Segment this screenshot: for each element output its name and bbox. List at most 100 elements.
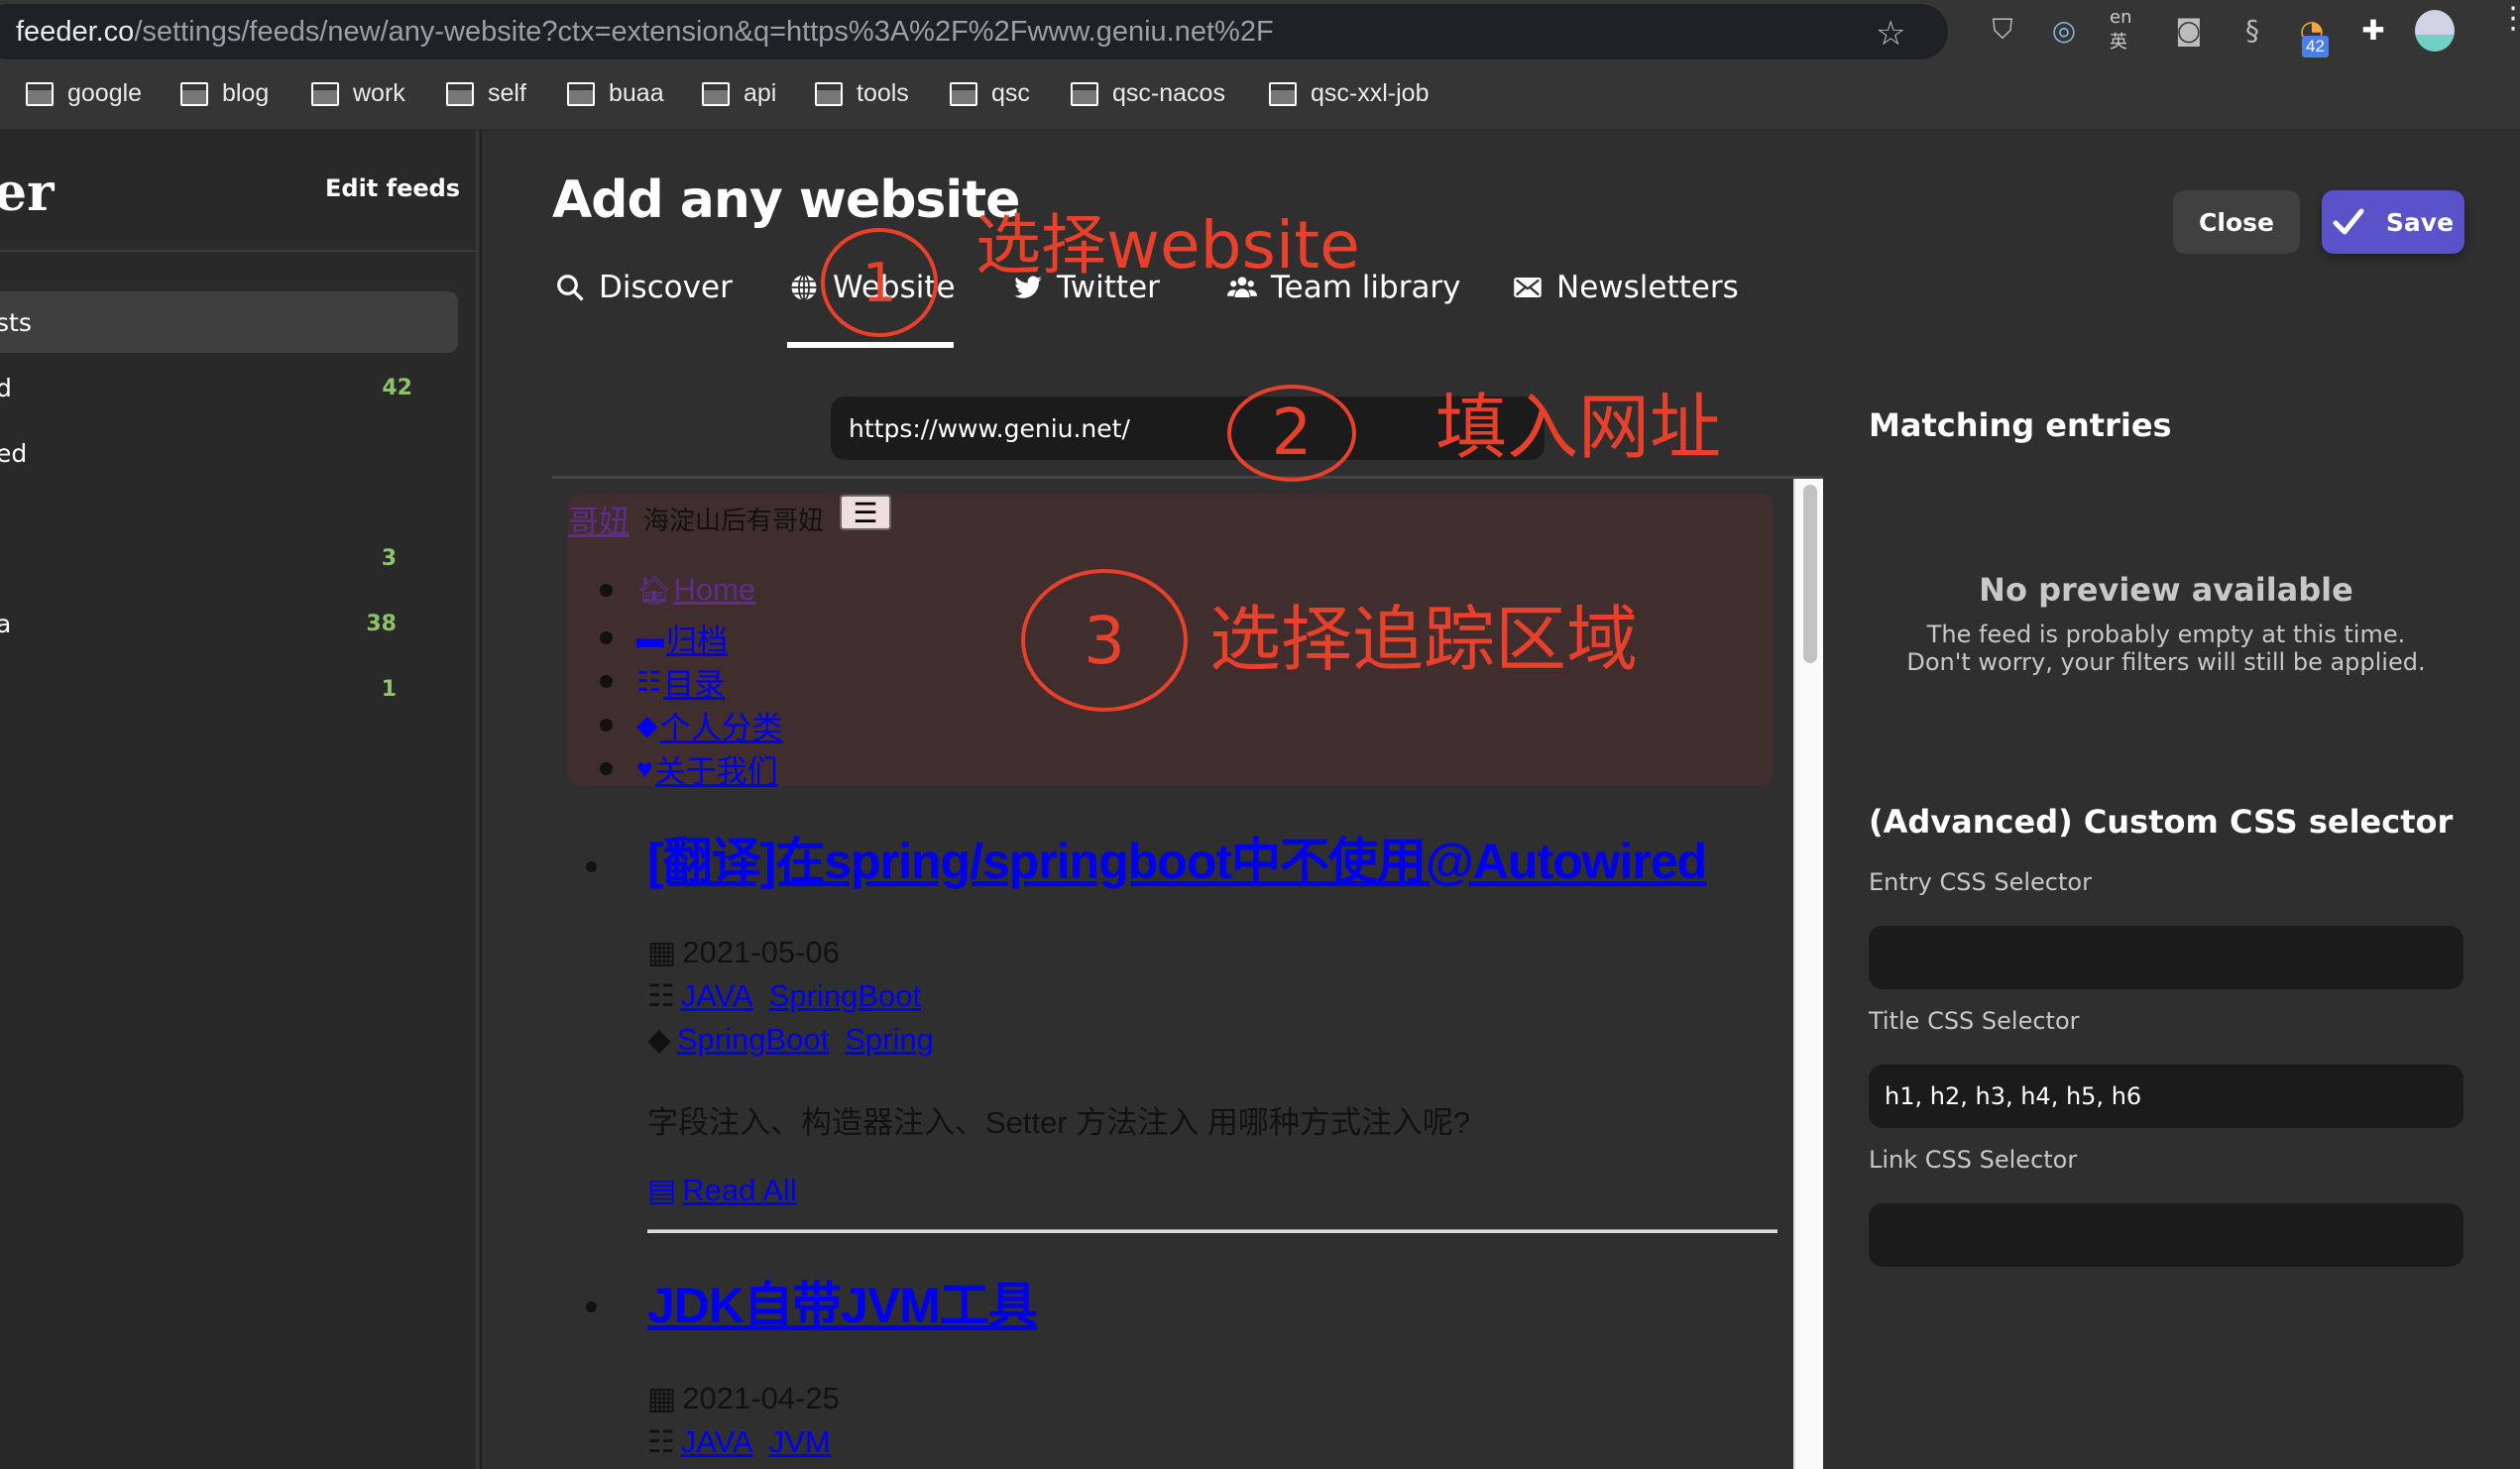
tag-link[interactable]: Spring <box>845 1022 934 1058</box>
save-button[interactable]: Save <box>2322 190 2464 254</box>
edit-feeds-button[interactable]: Edit feeds <box>325 174 460 202</box>
folder-icon <box>180 81 208 106</box>
nav-link[interactable]: 归档 <box>666 616 728 660</box>
ring-icon[interactable]: ◎ <box>2046 12 2082 48</box>
bookmark-label: blog <box>222 79 270 107</box>
read-all-link[interactable]: ▤ Read All <box>647 1173 807 1208</box>
nav-item-about[interactable]: ♥ 关于我们 <box>600 746 778 791</box>
bookmark-folder[interactable]: qsc-xxl-job <box>1269 79 1429 108</box>
profile-avatar[interactable] <box>2415 10 2455 52</box>
bullet <box>600 583 613 597</box>
address-bar[interactable]: feeder.co/settings/feeds/new/any-website… <box>0 4 1948 59</box>
category-link[interactable]: JAVA <box>681 978 753 1014</box>
post-tags: ◆ SpringBoot Spring <box>647 1022 944 1058</box>
bookmark-label: self <box>488 79 526 107</box>
calendar-icon: ▦ <box>647 1381 677 1415</box>
no-preview-message: The feed is probably empty at this time. <box>1926 621 2406 648</box>
sidebar-item[interactable]: sts <box>0 291 458 353</box>
title-css-label: Title CSS Selector <box>1869 1007 2080 1035</box>
nav-item-archive[interactable]: ▬ 归档 <box>600 616 728 660</box>
bookmark-folder[interactable]: api <box>702 79 776 108</box>
camera-icon[interactable]: ◙ <box>2171 12 2207 48</box>
unread-count: 3 <box>381 545 397 571</box>
sidebar-item[interactable]: 3 <box>0 527 458 589</box>
sidebar-item[interactable]: a 38 <box>0 593 458 654</box>
bookmark-folder[interactable]: qsc <box>950 79 1030 108</box>
nav-link[interactable]: 关于我们 <box>655 746 778 791</box>
tag-link[interactable]: SpringBoot <box>677 1022 829 1058</box>
annotation-step-1: 1 <box>821 228 938 337</box>
preview-scrollbar[interactable] <box>1793 479 1823 1469</box>
envelope-icon <box>1514 278 1542 297</box>
scrollbar-thumb[interactable] <box>1803 485 1817 663</box>
annotation-step-1-text: 选择website <box>975 207 1360 283</box>
sidebar-item[interactable]: ed <box>0 422 458 484</box>
unread-count: 38 <box>366 611 397 636</box>
puzzle-icon[interactable]: ✚ <box>2355 12 2391 48</box>
url-host: feeder.co <box>16 16 135 48</box>
category-link[interactable]: SpringBoot <box>769 978 921 1014</box>
sidebar-item[interactable]: d 42 <box>0 357 458 418</box>
bookmark-label: work <box>353 79 405 107</box>
folder-icon <box>1269 81 1297 106</box>
title-css-input[interactable] <box>1869 1065 2463 1128</box>
bookmark-label: buaa <box>609 79 664 107</box>
calendar-icon: ▦ <box>647 935 677 969</box>
folder-icon <box>446 81 474 106</box>
url-text[interactable]: feeder.co/settings/feeds/new/any-website… <box>16 16 1274 49</box>
close-button[interactable]: Close <box>2173 190 2300 254</box>
nav-link[interactable]: Home <box>674 572 756 608</box>
s-logo-icon[interactable]: § <box>2234 12 2270 48</box>
link-css-input[interactable] <box>1869 1203 2463 1267</box>
annotation-number: 1 <box>861 251 897 314</box>
bookmark-folder[interactable]: google <box>26 79 142 108</box>
bookmark-folder[interactable]: blog <box>180 79 269 108</box>
bullet <box>600 631 613 644</box>
read-all-text[interactable]: Read All <box>682 1173 796 1208</box>
bookmarks-bar: google blog work self buaa api tools qsc… <box>0 59 2520 131</box>
sidebar-item-label: sts <box>0 307 32 337</box>
divider <box>647 1229 1777 1233</box>
entry-css-input[interactable] <box>1869 926 2463 989</box>
bookmark-folder[interactable]: tools <box>815 79 909 108</box>
app-logo[interactable]: er <box>0 163 54 223</box>
folder-icon <box>311 81 339 106</box>
bookmark-label: qsc-xxl-job <box>1311 79 1430 107</box>
more-menu-icon[interactable]: ⋮ <box>2498 4 2520 34</box>
sidebar-item[interactable]: 1 <box>0 658 458 720</box>
nav-link[interactable]: 个人分类 <box>660 703 783 747</box>
site-brand-link[interactable]: 哥妞 <box>568 497 630 541</box>
shield-icon[interactable]: ⛉ <box>1985 12 2020 48</box>
nav-link[interactable]: 目录 <box>663 659 725 704</box>
tab-discover[interactable]: Discover <box>555 270 733 305</box>
category-link[interactable]: JVM <box>769 1424 831 1460</box>
nav-item-catalog[interactable]: ☷ 目录 <box>600 659 725 704</box>
translate-icon[interactable]: en英 <box>2110 7 2145 53</box>
globe-icon <box>791 274 817 301</box>
heart-icon: ♥ <box>636 752 653 784</box>
post-title-link[interactable]: JDK自带JVM工具 <box>647 1266 1038 1337</box>
annotation-number: 2 <box>1271 396 1313 470</box>
sidebar-item-label: d <box>0 373 12 402</box>
bullet <box>600 719 613 732</box>
bookmark-folder[interactable]: qsc-nacos <box>1071 79 1225 108</box>
bookmark-label: api <box>744 79 777 107</box>
category-link[interactable]: JAVA <box>681 1424 753 1460</box>
url-path: /settings/feeds/new/any-website?ctx=exte… <box>134 16 1274 48</box>
nav-item-categories[interactable]: ◆ 个人分类 <box>600 703 783 747</box>
post-title-link[interactable]: [翻译]在spring/springboot中不使用@Autowired <box>647 822 1707 893</box>
bullet <box>586 1301 597 1312</box>
bookmark-star-icon[interactable]: ☆ <box>1876 14 1905 54</box>
hamburger-menu-button[interactable]: ☰ <box>840 495 891 530</box>
bookmark-folder[interactable]: work <box>311 79 405 108</box>
annotation-step-3: 3 <box>1021 569 1188 712</box>
bookmark-folder[interactable]: self <box>446 79 526 108</box>
tab-newsletters[interactable]: Newsletters <box>1513 270 1739 305</box>
book-icon: ▤ <box>647 1173 677 1207</box>
nav-item-home[interactable]: 🏠︎ Home <box>600 572 755 608</box>
no-preview-title: No preview available <box>1979 571 2353 609</box>
unread-count: 42 <box>382 375 412 400</box>
bookmark-folder[interactable]: buaa <box>567 79 664 108</box>
home-icon: 🏠︎ <box>636 574 672 606</box>
sidebar-header: er Edit feeds <box>0 131 478 252</box>
